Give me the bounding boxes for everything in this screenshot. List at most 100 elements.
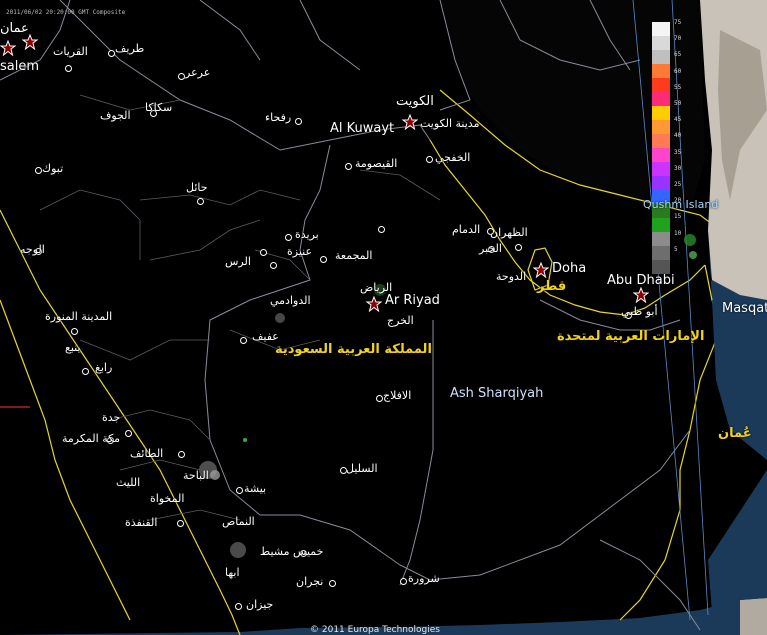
label-dammam[interactable]: الدمام [452, 224, 480, 235]
city-dot[interactable] [178, 451, 185, 458]
label-najran[interactable]: نجران [296, 576, 323, 587]
legend-swatch [652, 22, 670, 36]
city-dot[interactable] [426, 156, 433, 163]
label-taif[interactable]: الطائف [130, 448, 163, 459]
label-khamis[interactable]: خميس مشيط [260, 546, 323, 557]
legend-tick-label: 5 [674, 245, 678, 253]
legend-swatch [652, 78, 670, 92]
label-doha-en[interactable]: Doha [552, 262, 586, 275]
label-wajh[interactable]: الوجه [20, 244, 45, 255]
city-dot[interactable] [125, 430, 132, 437]
label-aflaj[interactable]: الافلاج [383, 390, 411, 401]
capital-star-icon[interactable] [0, 40, 16, 56]
city-dot[interactable] [285, 234, 292, 241]
capital-star-icon[interactable] [366, 296, 382, 312]
label-abudhabi-en[interactable]: Abu Dhabi [607, 274, 675, 287]
legend-swatch [652, 260, 670, 274]
city-dot[interactable] [235, 603, 242, 610]
label-kharj[interactable]: الخرج [387, 315, 414, 326]
capital-star-icon[interactable] [22, 34, 38, 50]
city-dot[interactable] [65, 65, 72, 72]
label-kuwait-city[interactable]: مدينة الكويت [420, 118, 479, 129]
label-riyadh-ar[interactable]: الرياض [360, 282, 392, 293]
label-jawf[interactable]: الجوف [100, 110, 131, 121]
city-dot[interactable] [400, 578, 407, 585]
city-dot[interactable] [236, 487, 243, 494]
label-yanbu[interactable]: ينبع [65, 342, 81, 353]
label-arar[interactable]: عرعر [185, 67, 210, 78]
city-dot[interactable] [270, 262, 277, 269]
label-unayzah[interactable]: عنيزة [287, 246, 312, 257]
label-sharqiyah[interactable]: Ash Sharqiyah [450, 387, 543, 400]
label-sulayyil[interactable]: السليل [346, 463, 378, 474]
label-saudi[interactable]: المملكة العربية السعودية [275, 343, 432, 356]
legend-tick-label: 40 [674, 132, 682, 140]
label-riyadh-en[interactable]: Ar Riyad [385, 294, 440, 307]
city-dot[interactable] [376, 395, 383, 402]
legend-swatch [652, 218, 670, 232]
label-qurayyat[interactable]: القريات [53, 46, 88, 57]
label-uae[interactable]: الإمارات العربية لمتحدة [557, 330, 704, 343]
label-qushm[interactable]: Qushm Island [643, 199, 718, 210]
label-masqat[interactable]: Masqat [722, 302, 767, 315]
label-hail[interactable]: حائل [186, 182, 208, 193]
city-dot[interactable] [71, 328, 78, 335]
label-sakaka[interactable]: سكاكا [145, 102, 172, 113]
label-rass[interactable]: الرس [225, 256, 251, 267]
label-afif[interactable]: عفيف [252, 331, 279, 342]
city-dot[interactable] [329, 580, 336, 587]
label-namas[interactable]: النماص [222, 516, 255, 527]
city-dot[interactable] [515, 244, 522, 251]
label-kuwait-ar[interactable]: الكويت [396, 95, 434, 108]
city-dot[interactable] [82, 368, 89, 375]
city-dot[interactable] [345, 163, 352, 170]
label-tabarjal[interactable]: طريف [115, 43, 144, 54]
label-rafha[interactable]: رفحاء [265, 112, 291, 123]
city-dot[interactable] [177, 520, 184, 527]
label-dawadmi[interactable]: الدوادمي [270, 295, 311, 306]
label-rabigh[interactable]: رابغ [95, 362, 112, 373]
label-oman[interactable]: عُمان [718, 427, 752, 440]
city-dot[interactable] [197, 198, 204, 205]
label-bishah[interactable]: بيشة [244, 483, 266, 494]
label-khafji[interactable]: الخفجي [435, 152, 470, 163]
label-khobar[interactable]: الخبر [479, 243, 502, 254]
label-tabuk[interactable]: تبوك [42, 163, 63, 174]
city-dot[interactable] [378, 226, 385, 233]
label-qatar[interactable]: قطر [537, 280, 566, 293]
label-jizan[interactable]: جيزان [246, 599, 273, 610]
label-abha[interactable]: ابها [225, 567, 240, 578]
city-dot[interactable] [240, 337, 247, 344]
label-makhwah[interactable]: المخواة [150, 493, 184, 504]
oman-satellite [740, 598, 767, 635]
city-dot[interactable] [320, 256, 327, 263]
label-lith[interactable]: الليث [116, 477, 140, 488]
label-jeddah[interactable]: جدة [102, 412, 120, 423]
city-dot[interactable] [260, 249, 267, 256]
label-sharurah[interactable]: شرورة [408, 573, 440, 584]
city-dot[interactable] [35, 167, 42, 174]
legend-swatch [652, 134, 670, 148]
label-qunfudhah[interactable]: القنفذة [125, 517, 157, 528]
label-abudhabi-ar[interactable]: أبو ظبي [621, 306, 658, 317]
city-dot[interactable] [108, 50, 115, 57]
capital-star-icon[interactable] [533, 262, 549, 278]
label-madinah[interactable]: المدينة المنورة [45, 311, 112, 322]
label-doha-ar[interactable]: الدوحة [496, 271, 526, 282]
label-jerusalem[interactable]: salem [0, 60, 39, 73]
map-viewport[interactable]: 2011/06/02 20:20:00 GMT Composite 75 70 65… [0, 0, 767, 635]
city-dot[interactable] [178, 73, 185, 80]
label-baha[interactable]: الباحة [183, 470, 209, 481]
city-dot[interactable] [295, 118, 302, 125]
legend-swatch [652, 162, 670, 176]
capital-star-icon[interactable] [402, 114, 418, 130]
label-amman[interactable]: عمان [0, 22, 29, 35]
label-makkah[interactable]: مكة المكرمة [62, 433, 120, 444]
label-qaysumah[interactable]: القيصومة [355, 158, 397, 169]
label-kuwait-en[interactable]: Al Kuwayt [330, 122, 394, 135]
label-dhahran[interactable]: الظهران [490, 227, 528, 238]
legend-tick-label: 25 [674, 181, 682, 188]
label-majmaah[interactable]: المجمعة [335, 250, 372, 261]
label-buraydah[interactable]: بريدة [295, 229, 319, 240]
capital-star-icon[interactable] [633, 287, 649, 303]
